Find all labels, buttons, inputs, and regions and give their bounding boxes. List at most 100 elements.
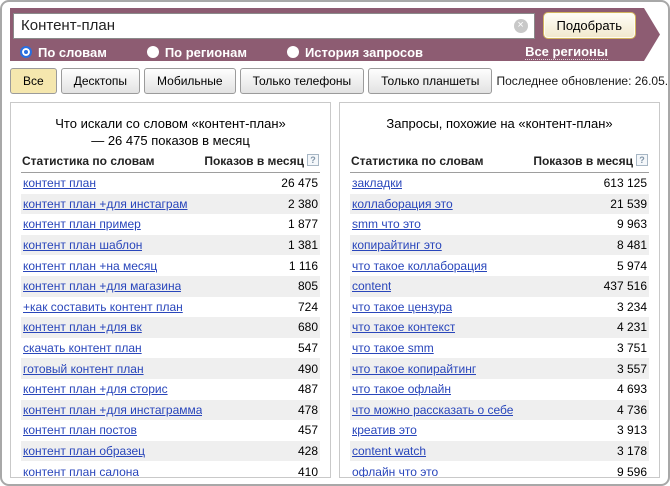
- table-row: контент план +для магазина 805: [21, 276, 320, 297]
- keyword-link[interactable]: контент план +для сторис: [23, 382, 168, 396]
- results-area: Что искали со словом «контент-план» — 26…: [10, 102, 660, 478]
- radio-by-regions[interactable]: По регионам: [147, 45, 247, 60]
- keyword-link[interactable]: готовый контент план: [23, 362, 144, 376]
- tab-mobile[interactable]: Мобильные: [144, 68, 236, 94]
- table-row: что такое smm 3 751: [350, 338, 649, 359]
- tab-all[interactable]: Все: [10, 68, 57, 94]
- left-panel-searched-with-word: Что искали со словом «контент-план» — 26…: [10, 102, 331, 478]
- shows-value: 3 557: [609, 362, 647, 376]
- shows-value: 478: [290, 403, 318, 417]
- keyword-link[interactable]: копирайтинг это: [352, 238, 442, 252]
- table-row: что можно рассказать о себе 4 736: [350, 400, 649, 421]
- table-header: Статистика по словам Показов в месяц?: [350, 151, 649, 173]
- shows-value: 547: [290, 341, 318, 355]
- keyword-link[interactable]: что такое smm: [352, 341, 434, 355]
- table-row: что такое копирайтинг 3 557: [350, 358, 649, 379]
- radio-query-history[interactable]: История запросов: [287, 45, 423, 60]
- radio-label: История запросов: [305, 45, 423, 60]
- keyword-link[interactable]: что такое офлайн: [352, 382, 451, 396]
- table-row: smm что это 9 963: [350, 214, 649, 235]
- radio-icon: [287, 46, 299, 58]
- table-row: контент план +для инстаграмма 478: [21, 400, 320, 421]
- table-row: контент план +для вк 680: [21, 317, 320, 338]
- shows-value: 410: [290, 465, 318, 477]
- shows-value: 428: [290, 444, 318, 458]
- table-row: контент план пример 1 877: [21, 214, 320, 235]
- table-row: копирайтинг это 8 481: [350, 235, 649, 256]
- keyword-link[interactable]: content: [352, 279, 391, 293]
- keyword-link[interactable]: контент план постов: [23, 423, 137, 437]
- keyword-link[interactable]: коллаборация это: [352, 197, 453, 211]
- tab-phones-only[interactable]: Только телефоны: [240, 68, 365, 94]
- shows-value: 1 877: [280, 217, 318, 231]
- radio-label: По словам: [38, 45, 107, 60]
- shows-value: 3 913: [609, 423, 647, 437]
- wordstat-page: × Подобрать По словам По регионам Истори…: [0, 0, 670, 486]
- keyword-link[interactable]: контент план шаблон: [23, 238, 142, 252]
- shows-value: 2 380: [280, 197, 318, 211]
- tab-tablets-only[interactable]: Только планшеты: [368, 68, 492, 94]
- table-header: Статистика по словам Показов в месяц?: [21, 151, 320, 173]
- table-row: что такое контекст 4 231: [350, 317, 649, 338]
- table-row: контент план +для сторис 487: [21, 379, 320, 400]
- shows-value: 4 231: [609, 320, 647, 334]
- table-row: скачать контент план 547: [21, 338, 320, 359]
- radio-by-words[interactable]: По словам: [20, 45, 107, 60]
- tab-desktops[interactable]: Десктопы: [61, 68, 140, 94]
- shows-value: 680: [290, 320, 318, 334]
- table-row: коллаборация это 21 539: [350, 194, 649, 215]
- shows-value: 805: [290, 279, 318, 293]
- help-icon[interactable]: ?: [307, 154, 319, 166]
- keyword-link[interactable]: контент план пример: [23, 217, 141, 231]
- all-regions-link[interactable]: Все регионы: [525, 44, 608, 60]
- table-row: контент план образец 428: [21, 441, 320, 462]
- right-panel-similar-queries: Запросы, похожие на «контент-план» Стати…: [339, 102, 660, 478]
- shows-value: 4 736: [609, 403, 647, 417]
- panel-title: Запросы, похожие на «контент-план»: [350, 103, 649, 151]
- keyword-link[interactable]: креатив это: [352, 423, 417, 437]
- keyword-link[interactable]: контент план +для инстаграмма: [23, 403, 202, 417]
- keyword-link[interactable]: content watch: [352, 444, 426, 458]
- keyword-link[interactable]: контент план: [23, 176, 96, 190]
- table-row: контент план постов 457: [21, 420, 320, 441]
- keyword-table: контент план 26 475 контент план +для ин…: [21, 173, 320, 477]
- clear-icon[interactable]: ×: [514, 19, 528, 33]
- panel-title: Что искали со словом «контент-план» — 26…: [21, 103, 320, 151]
- keyword-link[interactable]: что такое цензура: [352, 300, 452, 314]
- shows-value: 437 516: [596, 279, 647, 293]
- keyword-link[interactable]: контент план салона: [23, 465, 139, 477]
- keyword-link[interactable]: контент план +для вк: [23, 320, 142, 334]
- keyword-link[interactable]: что можно рассказать о себе: [352, 403, 513, 417]
- shows-value: 487: [290, 382, 318, 396]
- keyword-link[interactable]: контент план +для инстаграм: [23, 197, 188, 211]
- keyword-link[interactable]: +как составить контент план: [23, 300, 183, 314]
- column-keyword-label: Статистика по словам: [351, 154, 484, 168]
- keyword-link[interactable]: контент план +на месяц: [23, 259, 157, 273]
- keyword-link[interactable]: что такое копирайтинг: [352, 362, 476, 376]
- shows-value: 9 963: [609, 217, 647, 231]
- keyword-link[interactable]: контент план +для магазина: [23, 279, 181, 293]
- table-row: контент план шаблон 1 381: [21, 235, 320, 256]
- keyword-link[interactable]: офлайн что это: [352, 465, 438, 477]
- shows-value: 9 596: [609, 465, 647, 477]
- search-input[interactable]: [13, 13, 535, 39]
- shows-value: 490: [290, 362, 318, 376]
- help-icon[interactable]: ?: [636, 154, 648, 166]
- shows-value: 1 116: [281, 259, 318, 273]
- column-shows-label: Показов в месяц?: [204, 154, 319, 168]
- shows-value: 3 234: [609, 300, 647, 314]
- shows-value: 724: [290, 300, 318, 314]
- table-row: закладки 613 125: [350, 173, 649, 194]
- keyword-link[interactable]: что такое контекст: [352, 320, 455, 334]
- keyword-link[interactable]: что такое коллаборация: [352, 259, 487, 273]
- submit-button[interactable]: Подобрать: [543, 12, 636, 39]
- shows-value: 1 381: [280, 238, 318, 252]
- keyword-link[interactable]: скачать контент план: [23, 341, 142, 355]
- table-row: офлайн что это 9 596: [350, 461, 649, 477]
- shows-value: 613 125: [596, 176, 647, 190]
- keyword-link[interactable]: закладки: [352, 176, 402, 190]
- table-row: контент план +на месяц 1 116: [21, 255, 320, 276]
- keyword-link[interactable]: smm что это: [352, 217, 421, 231]
- column-shows-label: Показов в месяц?: [533, 154, 648, 168]
- keyword-link[interactable]: контент план образец: [23, 444, 145, 458]
